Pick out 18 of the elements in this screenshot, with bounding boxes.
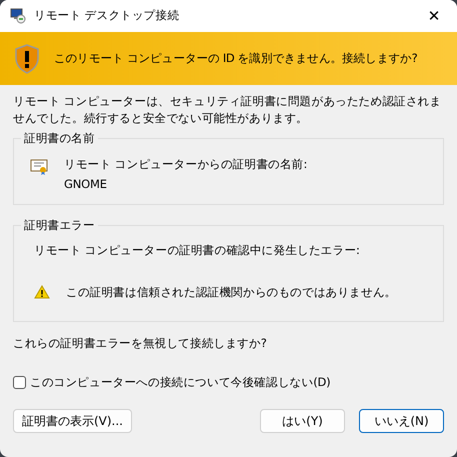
window-title: リモート デスクトップ接続 (34, 7, 180, 24)
checkbox[interactable] (13, 376, 26, 390)
dialog-button[interactable]: はい(Y) (260, 409, 345, 434)
app-icon (10, 8, 26, 24)
question-text: これらの証明書エラーを無視して接続しますか? (13, 334, 268, 352)
banner-text: このリモート コンピューターの ID を識別できません。接続しますか? (54, 50, 418, 67)
certificate-name-label: リモート コンピューターからの証明書の名前: (64, 156, 308, 174)
checkbox-label: このコンピューターへの接続について今後確認しない(D) (30, 374, 330, 392)
warning-icon (34, 285, 50, 300)
dialog-button[interactable]: 証明書の表示(V)... (13, 409, 132, 434)
certificate-icon (30, 159, 48, 176)
certificate-name-value: GNOME (64, 176, 108, 193)
error-intro: リモート コンピューターの証明書の確認中に発生したエラー: (34, 242, 361, 260)
shield-warning-icon (14, 44, 40, 74)
close-button[interactable]: ✕ (411, 0, 457, 32)
dialog-button[interactable]: いいえ(N) (359, 409, 444, 434)
error-text: この証明書は信頼された認証機関からのものではありません。 (66, 284, 396, 301)
message-text: リモート コンピューターは、セキュリティ証明書に問題があったため認証されませんでした。続行すると安全でない可能性があります。 (13, 93, 442, 126)
